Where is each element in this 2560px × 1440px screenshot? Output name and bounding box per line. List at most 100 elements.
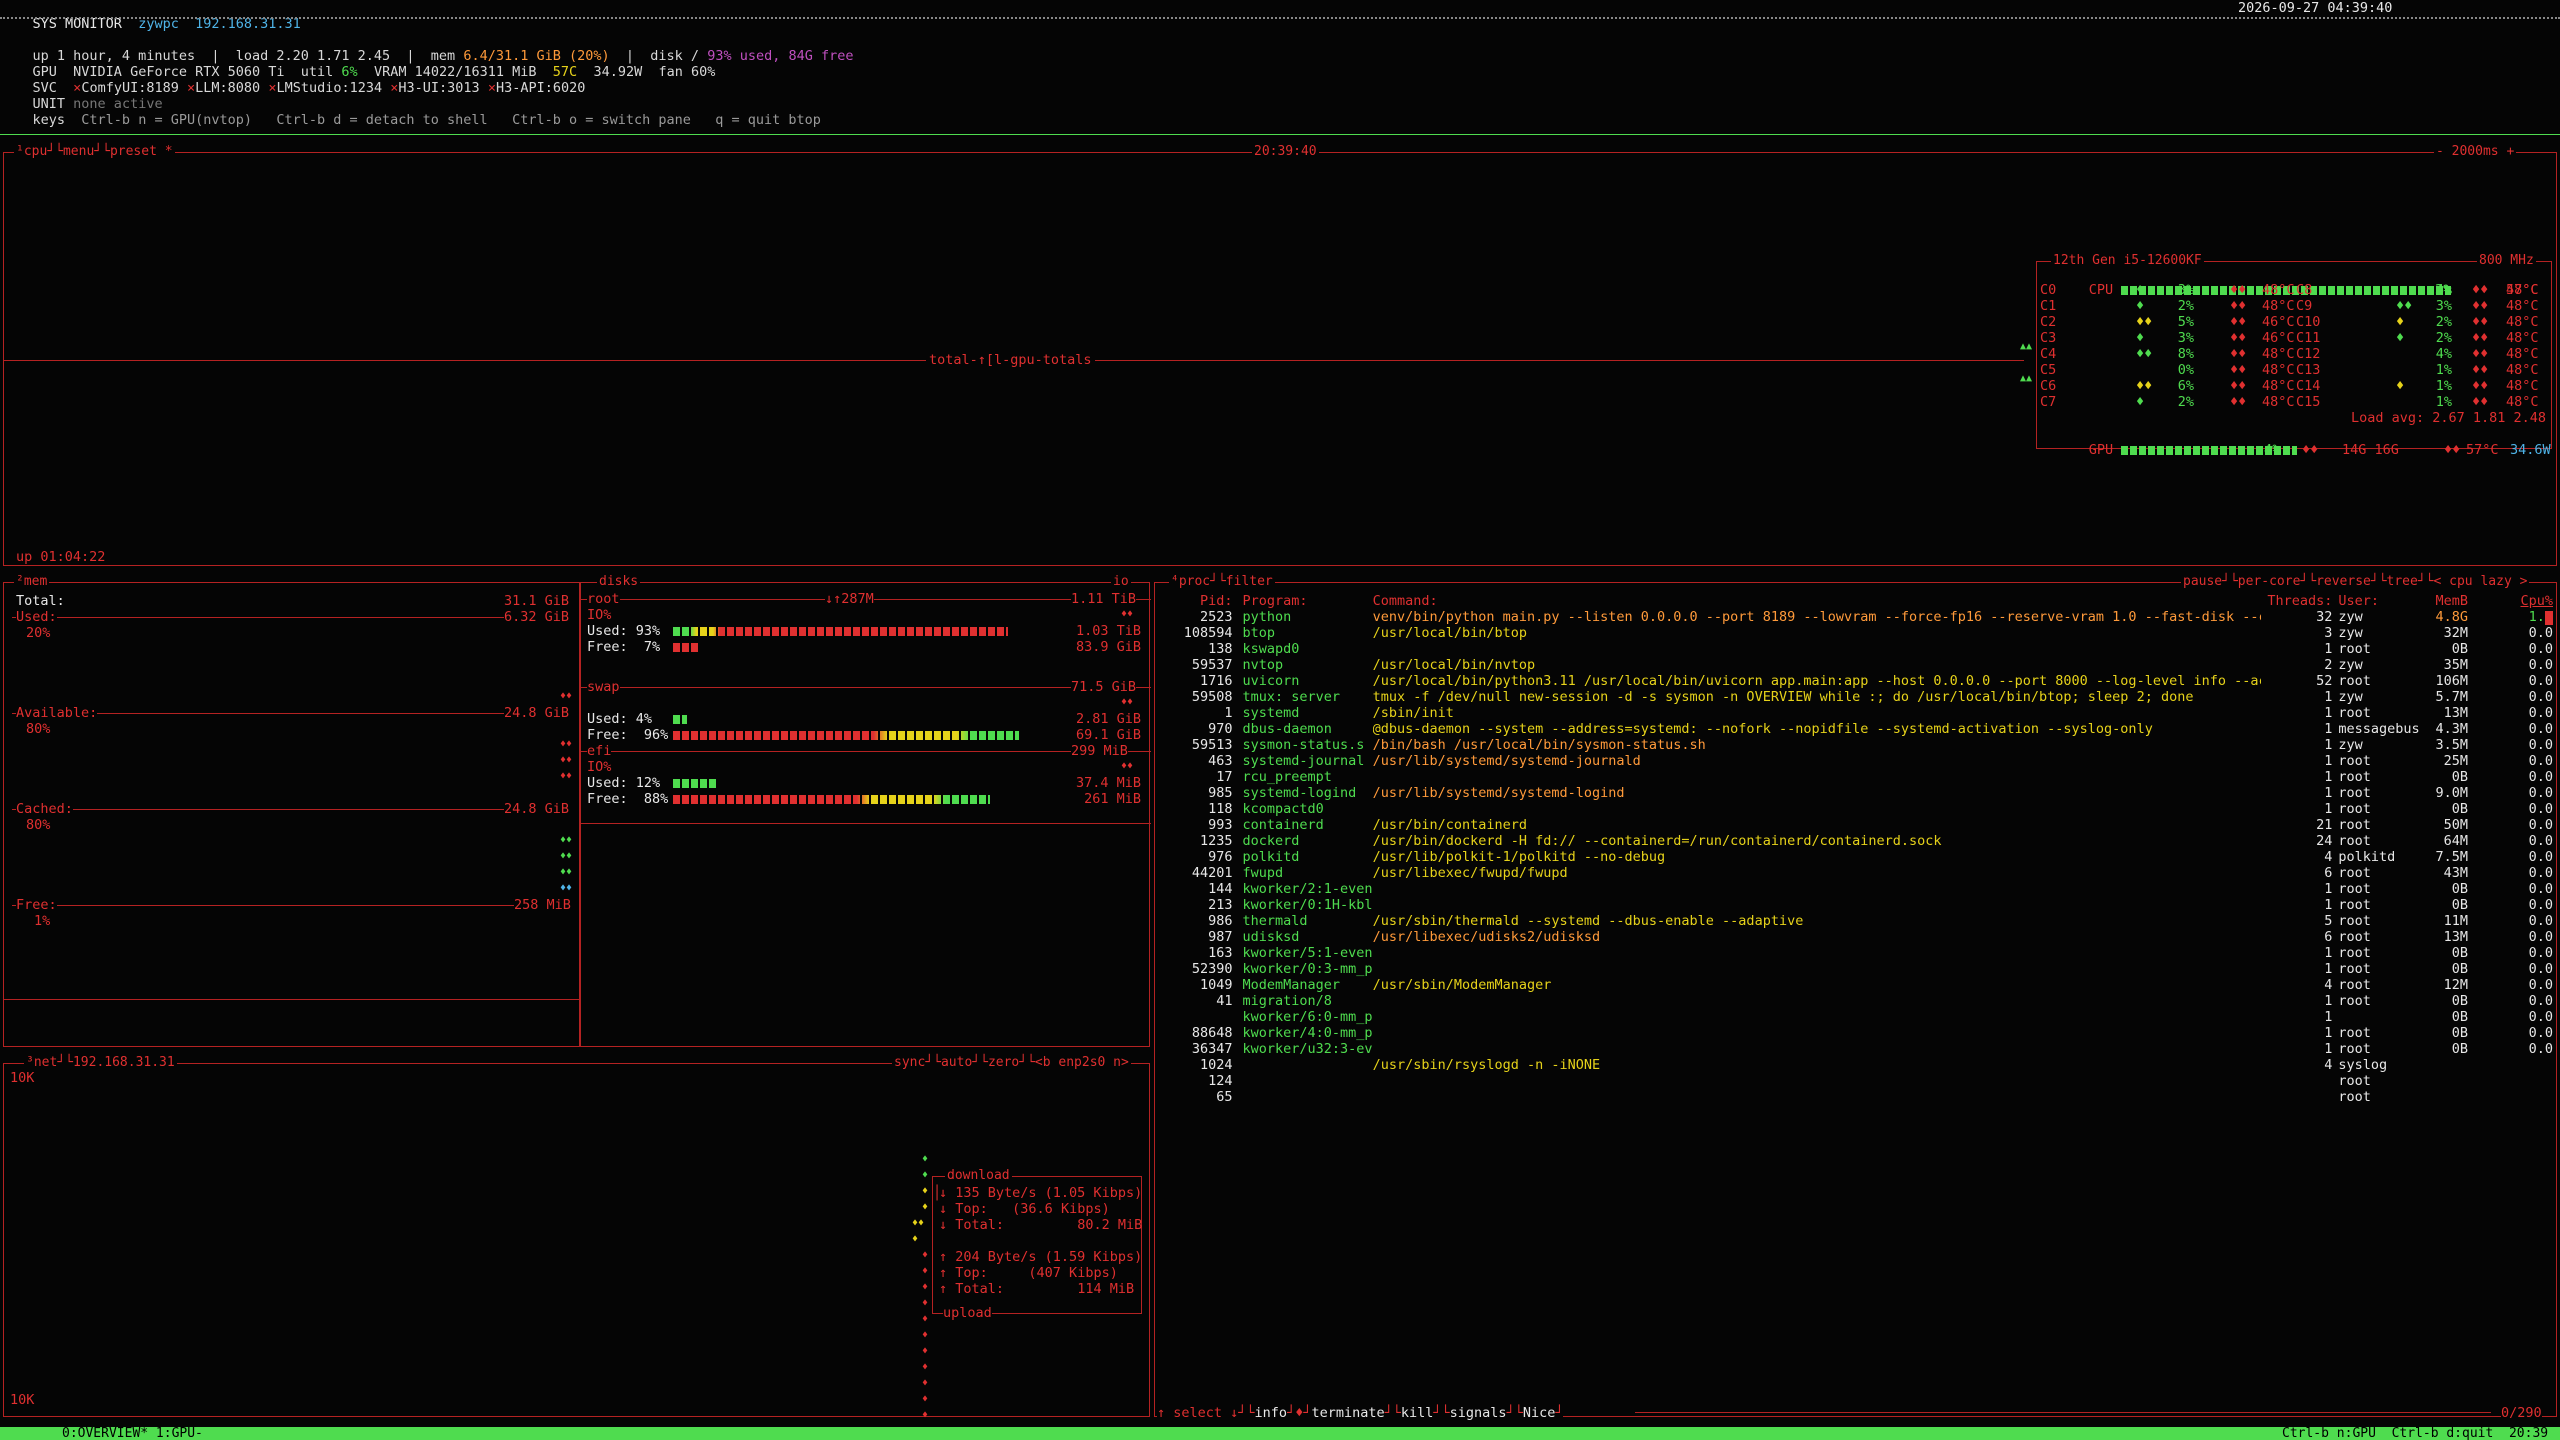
table-row[interactable]: 1 systemd/sbin/init 1 root 13M 0.0	[1161, 705, 2553, 721]
service-item: H3-UI:3013	[398, 80, 480, 96]
table-row[interactable]: 986 thermald/usr/sbin/thermald --systemd …	[1161, 913, 2553, 929]
net-zero[interactable]: zero	[988, 1055, 1019, 1070]
proc-tree[interactable]: tree	[2387, 574, 2418, 589]
net-ip: 192.168.31.31	[72, 1055, 175, 1070]
dl-total: 80.2 MiB	[1077, 1217, 1143, 1233]
cpu-graph-label: total-↑[l-gpu-totals	[926, 352, 1095, 368]
mem-avail-label: Available:	[16, 705, 98, 721]
table-row[interactable]: 108594 btop/usr/local/bin/btop 3 zyw 32M 0.0	[1161, 625, 2553, 641]
table-row[interactable]: 88648 kworker/4:0-mm_p 1 root 0B 0.0	[1161, 1025, 2553, 1041]
table-row[interactable]: 163 kworker/5:1-even 1 root 0B 0.0	[1161, 945, 2553, 961]
mem-box-title[interactable]: ²mem	[14, 574, 50, 590]
table-row[interactable]: 59513 sysmon-status.s/bin/bash /usr/local…	[1161, 737, 2553, 753]
header-disk-value: 93% used, 84G free	[707, 48, 854, 64]
kill-button[interactable]: kill	[1401, 1405, 1434, 1421]
proc-scrollbar[interactable]	[2545, 611, 2553, 625]
cpu-core-row: C5 0% ♦♦ 48°C C13 1% ♦♦ 48°C	[2040, 362, 2539, 378]
table-row[interactable]: 44201 fwupd/usr/libexec/fwupd/fwupd 6 root 4…	[1161, 865, 2553, 881]
io-toggle[interactable]: io	[1111, 574, 1131, 590]
net-graph-tick: ♦	[922, 1330, 929, 1341]
update-interval[interactable]: - 2000ms +	[2434, 144, 2517, 160]
net-interface[interactable]: <b enp2s0 n>	[1035, 1055, 1129, 1070]
cpu-core-row: C0 ♦ 3% ♦♦ 48°C C8 4% ♦♦ 48°C	[2040, 282, 2539, 298]
terminate-button[interactable]: terminate	[1311, 1405, 1384, 1421]
gpu-row: GPU 4% ♦♦ 14G 16G ♦♦ 57°C 34.6W	[2088, 442, 2551, 458]
mem-free-label: Free:	[16, 897, 57, 913]
cpu-core-row: C6 ♦♦ 6% ♦♦ 48°C C14 ♦ 1% ♦♦ 48°C	[2040, 378, 2539, 394]
proc-filter[interactable]: filter	[1226, 574, 1273, 589]
mem-cached-pct: 80%	[26, 817, 51, 833]
disk-used-bar	[673, 626, 1008, 636]
proc-box-title[interactable]: ⁴proc	[1171, 574, 1210, 589]
header-gpu-fan: fan 60%	[658, 64, 716, 80]
cpu-clock: 20:39:40	[1252, 144, 1319, 160]
mem-avail-pct: 80%	[26, 721, 51, 737]
select-control[interactable]: ↑ select ↓	[1157, 1405, 1238, 1421]
menu-button[interactable]: menu	[63, 144, 94, 159]
table-row[interactable]: 52390 kworker/0:3-mm_p 1 root 0B 0.0	[1161, 961, 2553, 977]
table-row[interactable]: 59508 tmux: server tmux -f /dev/null new-s…	[1161, 689, 2553, 705]
header-keys: Ctrl-b n = GPU(nvtop) Ctrl-b d = detach …	[81, 112, 821, 128]
net-graph-tick: ♦	[922, 1154, 929, 1165]
proc-sort[interactable]: < cpu lazy >	[2434, 574, 2528, 589]
net-box-title[interactable]: ³net	[26, 1055, 57, 1070]
mem-avail: 24.8 GiB	[504, 705, 570, 721]
net-graph-tick: ♦	[922, 1202, 929, 1213]
cpu-core-row: C7 ♦ 2% ♦♦ 48°C C15 1% ♦♦ 48°C	[2040, 394, 2539, 410]
net-graph-tick: ♦	[922, 1346, 929, 1357]
table-row[interactable]: 36347 kworker/u32:3-ev 1 root 0B 0.0	[1161, 1041, 2553, 1057]
net-graph-tick: ♦	[922, 1282, 929, 1293]
mem-used-label: Used:	[16, 609, 57, 625]
net-graph-tick: ♦♦	[912, 1218, 925, 1229]
service-item: H3-API:6020	[495, 80, 586, 96]
net-graph-tick: ♦	[922, 1314, 929, 1325]
proc-per-core[interactable]: per-core	[2238, 574, 2301, 589]
signals-button[interactable]: signals	[1450, 1405, 1507, 1421]
net-sync[interactable]: sync	[894, 1055, 925, 1070]
cpu-box-title[interactable]: ¹cpu	[16, 144, 47, 159]
mem-box: ²mem Total: 31.1 GiB Used: 6.32 GiB 20% …	[3, 574, 581, 1047]
proc-pause[interactable]: pause	[2183, 574, 2222, 589]
preset-button[interactable]: preset *	[110, 144, 173, 159]
mem-used: 6.32 GiB	[504, 609, 570, 625]
table-row[interactable]: kworker/6:0-mm_p 1 0B 0.0	[1161, 1009, 2553, 1025]
load-avg: Load avg: 2.67 1.81 2.48	[2351, 410, 2547, 426]
proc-box: ⁴proc┘└filter pause┘└per-core┘└reverse┘└…	[1154, 574, 2557, 1421]
disk-free-bar	[673, 730, 1019, 740]
table-row[interactable]: 976 polkitd/usr/lib/polkit-1/polkitd --no…	[1161, 849, 2553, 865]
net-auto[interactable]: auto	[941, 1055, 972, 1070]
table-row[interactable]: 993 containerd/usr/bin/containerd 21 root 50…	[1161, 817, 2553, 833]
proc-count: 0/290	[2501, 1405, 2542, 1421]
nice-button[interactable]: Nice	[1523, 1405, 1556, 1421]
net-graph-tick: ♦	[922, 1362, 929, 1373]
table-row[interactable]: 970 dbus-daemon @dbus-daemon --system --ad…	[1161, 721, 2553, 737]
tmux-windows[interactable]: 0:OVERVIEW* 1:GPU-	[62, 1427, 203, 1440]
upload-label: upload	[943, 1305, 992, 1321]
net-graph-tick: ♦	[922, 1186, 929, 1197]
table-row[interactable]: 118 kcompactd0 1 root 0B 0.0	[1161, 801, 2553, 817]
proc-reverse[interactable]: reverse	[2316, 574, 2371, 589]
table-row[interactable]: 1716 uvicorn/usr/local/bin/python3.11 /us…	[1161, 673, 2553, 689]
table-row[interactable]: 41 migration/8 1 root 0B 0.0	[1161, 993, 2553, 1009]
table-row[interactable]: 144 kworker/2:1-even 1 root 0B 0.0	[1161, 881, 2553, 897]
table-row[interactable]: 1235 dockerd/usr/bin/dockerd -H fd:// --c…	[1161, 833, 2553, 849]
net-graph-tick: ♦	[922, 1170, 929, 1181]
net-graph-tick: ♦	[912, 1234, 919, 1245]
disks-box-title[interactable]: disks	[597, 574, 641, 590]
table-header: Pid: Program: Command: Threads: User: Me…	[1200, 593, 2553, 609]
table-row[interactable]: 1049 ModemManager/usr/sbin/ModemManager 4 r…	[1161, 977, 2553, 993]
table-row[interactable]: 17 rcu_preempt 1 root 0B 0.0	[1161, 769, 2553, 785]
table-row[interactable]: 65 root	[1161, 1089, 2553, 1105]
info-button[interactable]: info	[1255, 1405, 1288, 1421]
table-row[interactable]: 138 kswapd0 1 root 0B 0.0	[1161, 641, 2553, 657]
mem-cached-label: Cached:	[16, 801, 73, 817]
table-row[interactable]: 985 systemd-logind/usr/lib/systemd/system…	[1161, 785, 2553, 801]
table-row[interactable]: 1024/usr/sbin/rsyslogd -n -iNONE 4 syslog	[1161, 1057, 2553, 1073]
net-scale-top: 10K	[10, 1070, 35, 1086]
table-row[interactable]: 463 systemd-journal/usr/lib/systemd/syste…	[1161, 753, 2553, 769]
table-row[interactable]: 59537 nvtop/usr/local/bin/nvtop 2 zyw 35M 0.0	[1161, 657, 2553, 673]
table-row[interactable]: 213 kworker/0:1H-kbl 1 root 0B 0.0	[1161, 897, 2553, 913]
table-row[interactable]: 124 root	[1161, 1073, 2553, 1089]
table-row[interactable]: 2523 python venv/bin/python main.py --list…	[1161, 609, 2553, 625]
table-row[interactable]: 987 udisksd/usr/libexec/udisks2/udisksd 6 r…	[1161, 929, 2553, 945]
